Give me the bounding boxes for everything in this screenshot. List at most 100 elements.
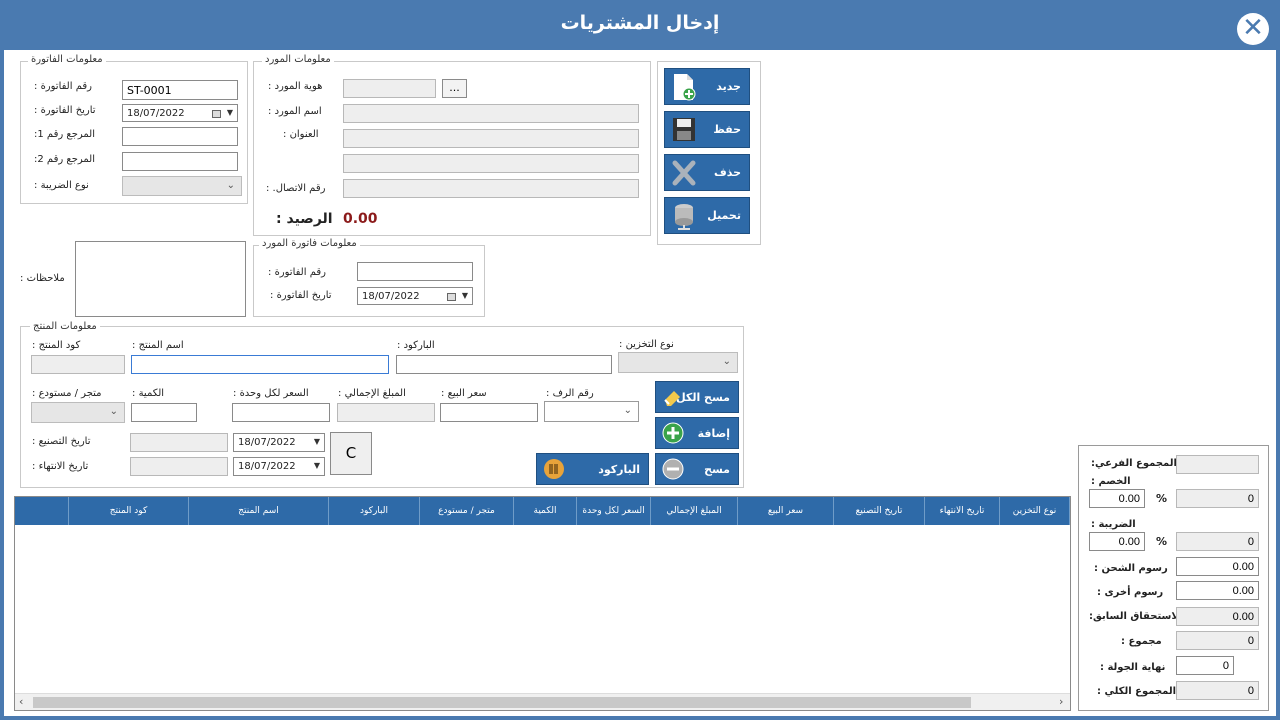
window-title: إدخال المشتريات [560, 12, 720, 34]
chevron-down-icon: ⌄ [722, 356, 731, 367]
load-button-label: تحميل [707, 209, 741, 222]
scroll-right-icon[interactable]: › [1059, 695, 1063, 708]
tax-value-input[interactable] [1176, 532, 1259, 551]
notes-textarea[interactable] [75, 241, 246, 317]
horizontal-scrollbar[interactable]: ‹ › [15, 693, 1070, 710]
tax-pct-input[interactable] [1089, 532, 1145, 551]
tax-type-label: : نوع الضريبة [34, 180, 89, 191]
previous-due-input[interactable] [1176, 607, 1259, 626]
invoice-date-picker[interactable]: 18/07/2022 ▼ [122, 104, 238, 122]
col-header-mfg-date[interactable]: تاريخ التصنيع [834, 497, 925, 525]
col-header-storage-type[interactable]: نوع التخزين [1000, 497, 1070, 525]
unit-price-input[interactable] [232, 403, 330, 422]
mfg-date-picker[interactable]: 18/07/2022 ▼ [233, 433, 325, 452]
delete-button-label: حذف [713, 166, 741, 179]
supplier-invoice-date-picker[interactable]: 18/07/2022 ▼ [357, 287, 473, 305]
product-barcode-input[interactable] [396, 355, 612, 374]
invoice-no-input[interactable] [122, 80, 238, 100]
supplier-id-input[interactable] [343, 79, 436, 98]
exp-date-text[interactable] [130, 457, 228, 476]
browse-supplier-button[interactable]: ... [442, 79, 467, 98]
ref2-input[interactable] [122, 152, 238, 171]
other-fees-label: : رسوم أخرى [1097, 587, 1164, 598]
col-header-quantity[interactable]: الكمية [514, 497, 577, 525]
c-button[interactable]: C [330, 432, 372, 475]
minus-circle-icon [662, 458, 684, 480]
new-document-icon [674, 74, 696, 101]
subtotal-label: :المجموع الفرعي [1091, 458, 1177, 469]
supplier-name-input[interactable] [343, 104, 639, 123]
balance-value: 0.00 [343, 211, 378, 227]
barcode-button[interactable]: الباركود [536, 453, 649, 485]
supplier-invoice-legend: معلومات فاتورة المورد [259, 238, 360, 249]
discount-pct-input[interactable] [1089, 489, 1145, 508]
total-amount-input[interactable] [337, 403, 435, 422]
exp-date-picker[interactable]: 18/07/2022 ▼ [233, 457, 325, 476]
store-select[interactable]: ⌄ [31, 402, 125, 423]
col-header-sale-price[interactable]: سعر البيع [738, 497, 834, 525]
close-icon[interactable]: ✕ [1237, 13, 1269, 45]
product-name-label: : اسم المنتج [132, 340, 184, 351]
supplier-invoice-group [253, 245, 485, 317]
store-label: : متجر / مستودع [32, 388, 102, 399]
round-off-input[interactable] [1176, 656, 1234, 675]
col-header-exp-date[interactable]: تاريخ الانتهاء [925, 497, 1000, 525]
product-code-input[interactable] [31, 355, 125, 374]
products-grid[interactable] [14, 496, 1071, 711]
load-button[interactable]: تحميل [664, 197, 750, 234]
supplier-invoice-no-input[interactable] [357, 262, 473, 281]
plus-circle-icon [662, 422, 684, 444]
contact-input[interactable] [343, 179, 639, 198]
ref2-label: :المرجع رقم 2 [34, 154, 95, 165]
sale-price-input[interactable] [440, 403, 538, 422]
clear-button[interactable]: مسح [655, 453, 739, 485]
discount-label: : الخصم [1091, 476, 1131, 487]
sale-price-label: : سعر البيع [441, 388, 487, 399]
col-header-product-name[interactable]: اسم المنتج [189, 497, 329, 525]
add-button[interactable]: إضافة [655, 417, 739, 449]
clear-all-button[interactable]: مسح الكل [655, 381, 739, 413]
shelf-no-select[interactable]: ⌄ [544, 401, 639, 422]
scroll-thumb[interactable] [33, 697, 971, 708]
supplier-invoice-date-label: : تاريخ الفاتورة [270, 290, 332, 301]
mfg-date-text[interactable] [130, 433, 228, 452]
balance-label: : الرصيد [276, 211, 333, 227]
tax-type-select[interactable]: ⌄ [122, 176, 242, 196]
invoice-date-value: 18/07/2022 [127, 108, 185, 119]
address-input-1[interactable] [343, 129, 639, 148]
col-header-unit-price[interactable]: السعر لكل وحدة [577, 497, 651, 525]
delete-button[interactable]: حذف [664, 154, 750, 191]
storage-type-select[interactable]: ⌄ [618, 352, 738, 373]
scroll-left-icon[interactable]: ‹ [19, 695, 23, 708]
other-fees-input[interactable] [1176, 581, 1259, 600]
clear-all-label: مسح الكل [676, 390, 730, 404]
col-header-store[interactable]: متجر / مستودع [420, 497, 514, 525]
col-header-product-code[interactable]: كود المنتج [69, 497, 189, 525]
shipping-label: : رسوم الشحن [1094, 563, 1168, 574]
subtotal-input[interactable] [1176, 455, 1259, 474]
supplier-id-label: : هوية المورد [268, 81, 323, 92]
ref1-input[interactable] [122, 127, 238, 146]
discount-value-input[interactable] [1176, 489, 1259, 508]
chevron-down-icon: ▼ [461, 291, 468, 300]
invoice-info-legend: معلومات الفاتورة [28, 54, 106, 65]
shipping-input[interactable] [1176, 557, 1259, 576]
notes-label: : ملاحظات [20, 273, 65, 284]
quantity-input[interactable] [131, 403, 197, 422]
mfg-date-label: : تاريخ التصنيع [32, 436, 91, 447]
col-header-barcode[interactable]: الباركود [329, 497, 420, 525]
col-header-total[interactable]: المبلغ الإجمالي [651, 497, 738, 525]
chevron-down-icon: ⌄ [623, 405, 632, 416]
product-info-legend: معلومات المنتج [30, 321, 100, 332]
tax-pct-sign: % [1156, 535, 1168, 548]
round-off-label: : نهاية الجولة [1100, 662, 1166, 673]
total-input[interactable] [1176, 631, 1259, 650]
invoice-no-label: : رقم الفاتورة [34, 81, 92, 92]
database-icon [675, 204, 693, 230]
new-button[interactable]: جديد [664, 68, 750, 105]
grand-total-input[interactable] [1176, 681, 1259, 700]
product-name-input[interactable] [131, 355, 389, 374]
chevron-down-icon: ▼ [313, 437, 320, 446]
address-input-2[interactable] [343, 154, 639, 173]
save-button[interactable]: حفظ [664, 111, 750, 148]
